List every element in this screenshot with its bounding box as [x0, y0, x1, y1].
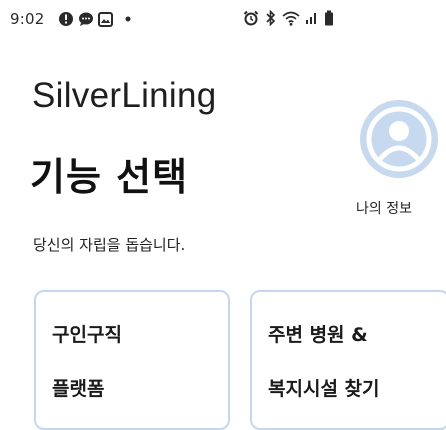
dot-icon [125, 16, 131, 22]
status-bar: 9:02 [0, 0, 446, 40]
status-time: 9:02 [10, 10, 45, 28]
page-subtitle: 당신의 자립을 돕습니다. [33, 236, 186, 254]
card-title-line: 주변 병원 & [268, 324, 368, 346]
bluetooth-icon [264, 10, 277, 26]
app-title: SilverLining [32, 76, 217, 115]
chat-bubble-icon [78, 11, 94, 27]
notification-icons [58, 11, 131, 27]
job-platform-card[interactable]: 구인구직 플랫폼 [34, 290, 230, 430]
user-avatar-icon [360, 100, 438, 178]
alarm-icon [243, 10, 259, 26]
nearby-hospital-welfare-card[interactable]: 주변 병원 & 복지시설 찾기 [250, 290, 446, 430]
card-title-line: 구인구직 [52, 324, 122, 346]
signal-icon [305, 11, 319, 25]
my-info-label: 나의 정보 [356, 201, 412, 217]
battery-icon [324, 10, 334, 26]
image-icon [98, 11, 113, 27]
system-icons [243, 10, 334, 26]
wifi-icon [282, 11, 300, 26]
my-info-button[interactable]: 나의 정보 [356, 98, 446, 228]
page-title: 기능 선택 [30, 155, 189, 199]
card-title-line: 플랫폼 [52, 378, 105, 400]
card-title-line: 복지시설 찾기 [268, 378, 380, 400]
alert-circle-icon [58, 11, 74, 27]
